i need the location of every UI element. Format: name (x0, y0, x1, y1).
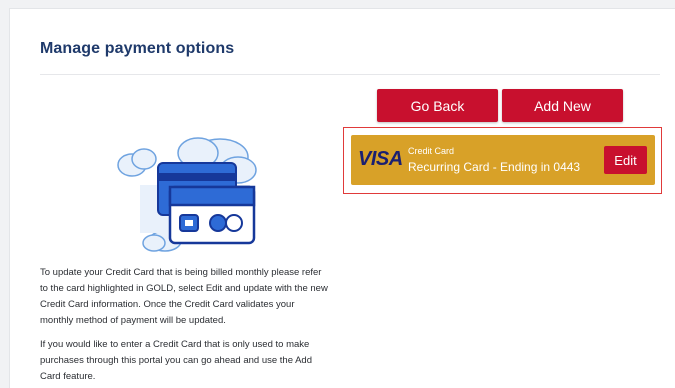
card-type-label: Credit Card (408, 146, 455, 156)
page-title: Manage payment options (40, 40, 235, 57)
title-divider (40, 74, 660, 75)
visa-logo: VISA (358, 148, 403, 170)
card-description: Recurring Card - Ending in 0443 (408, 160, 581, 174)
update-instructions: To update your Credit Card that is being… (40, 267, 328, 326)
payment-options-panel: Manage payment options Go Back Add New V… (9, 8, 675, 388)
edit-card-button[interactable]: Edit (604, 146, 647, 174)
credit-card-illustration-icon (110, 125, 280, 265)
card-row: VISA Credit Card Recurring Card - Ending… (351, 135, 655, 185)
add-new-button[interactable]: Add New (502, 89, 623, 122)
add-card-instructions: If you would like to enter a Credit Card… (40, 339, 313, 382)
go-back-button[interactable]: Go Back (377, 89, 498, 122)
